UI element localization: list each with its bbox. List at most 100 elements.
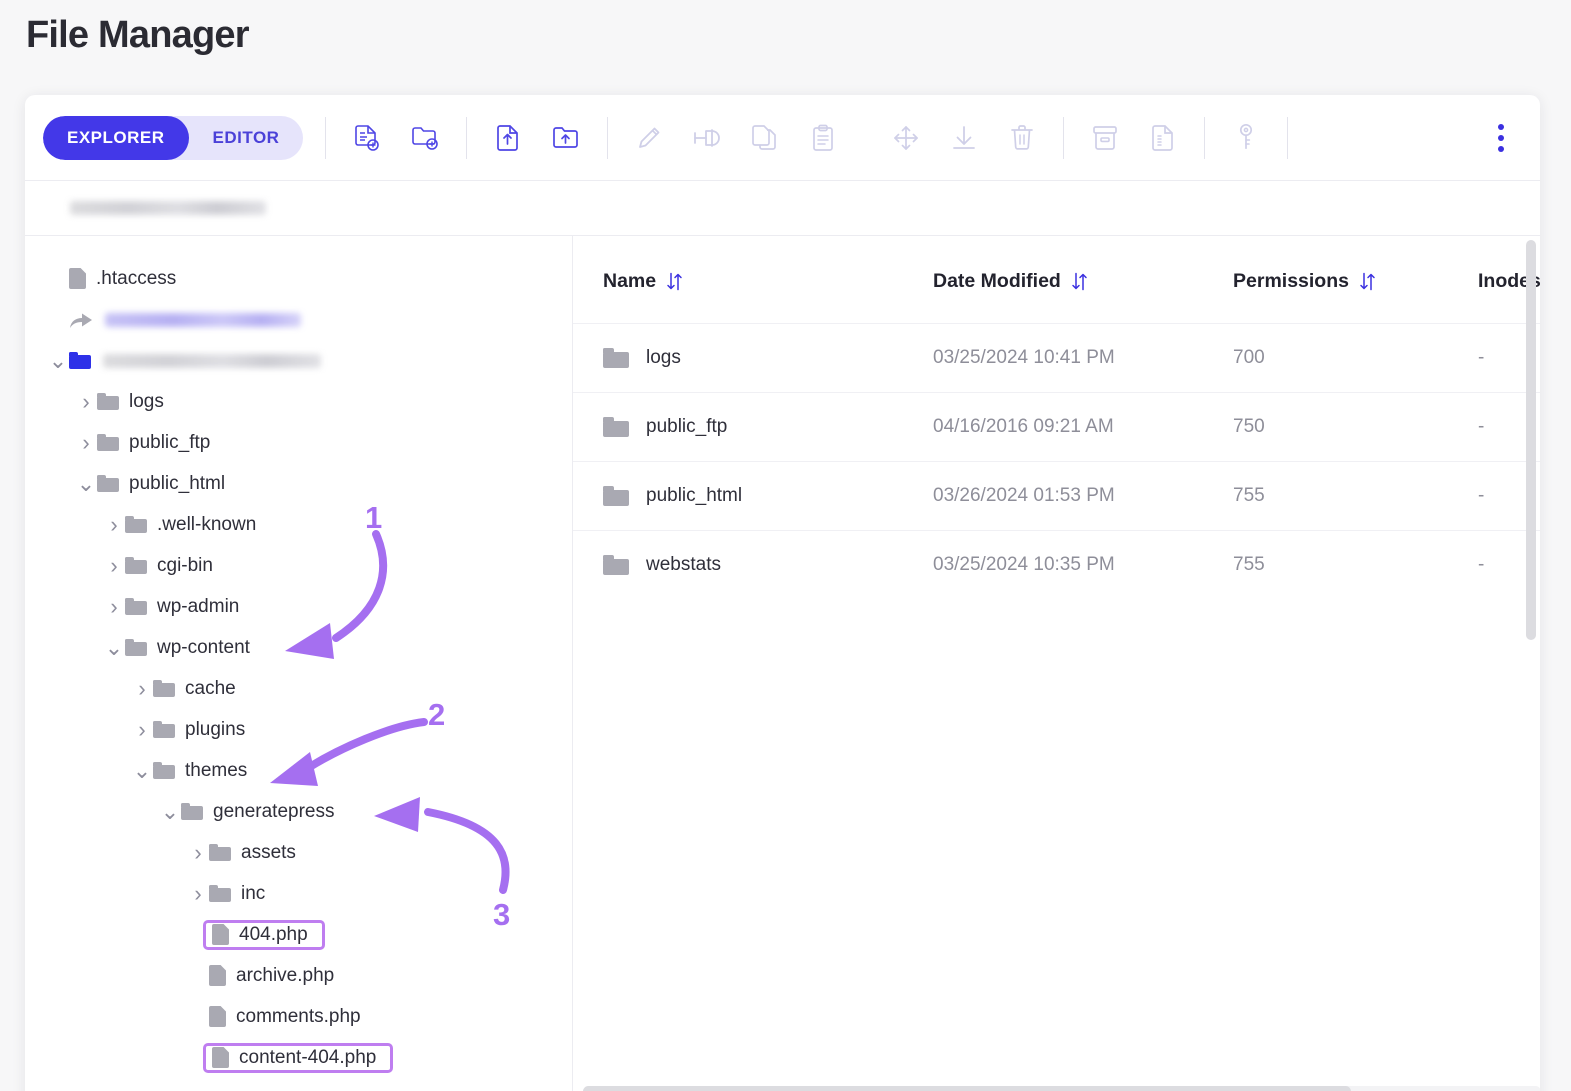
- cell-date-modified: 03/26/2024 01:53 PM: [933, 461, 1233, 531]
- move-button[interactable]: [877, 108, 935, 168]
- tree-item-404-php[interactable]: 404.php: [25, 914, 572, 955]
- chevron-right-icon[interactable]: ›: [103, 553, 125, 579]
- toolbar-permissions-group: [1217, 108, 1275, 168]
- tree-item-redacted[interactable]: ⌄: [25, 340, 572, 381]
- tree-item-content: [69, 352, 321, 369]
- chevron-right-icon[interactable]: ›: [187, 881, 209, 907]
- tree-item-content: assets: [209, 842, 296, 864]
- tree-item-label: .htaccess: [96, 267, 177, 289]
- tree-item-label: plugins: [185, 718, 246, 740]
- upload-folder-button[interactable]: [537, 108, 595, 168]
- more-options-button[interactable]: [1488, 114, 1514, 162]
- tree-item-inc[interactable]: › inc: [25, 873, 572, 914]
- tree-item-content: archive.php: [209, 965, 334, 987]
- sort-icon-permissions[interactable]: [1359, 272, 1376, 291]
- tree-item-redacted-label: [105, 312, 301, 327]
- tree-item-well-known[interactable]: › .well-known: [25, 504, 572, 545]
- table-row[interactable]: webstats 03/25/2024 10:35 PM 755-: [573, 530, 1540, 599]
- paste-button[interactable]: [794, 108, 852, 168]
- horizontal-scrollbar-track[interactable]: [583, 1086, 1540, 1091]
- breadcrumb[interactable]: [25, 181, 1540, 236]
- table-row[interactable]: public_html 03/26/2024 01:53 PM 755-: [573, 461, 1540, 531]
- tree-item-label: wp-admin: [157, 595, 240, 617]
- chevron-right-icon[interactable]: ›: [131, 717, 153, 743]
- more-vertical-icon-dot-1: [1498, 123, 1504, 130]
- delete-button[interactable]: [993, 108, 1051, 168]
- file-plus-icon: [355, 124, 380, 151]
- chevron-right-icon[interactable]: ›: [75, 389, 97, 415]
- cell-name: public_html: [573, 461, 933, 531]
- tree-item-plugins[interactable]: › plugins: [25, 709, 572, 750]
- chevron-right-icon[interactable]: ›: [103, 594, 125, 620]
- folder-plus-icon: [412, 126, 439, 150]
- new-folder-button[interactable]: [396, 108, 454, 168]
- sort-icon-date[interactable]: [1071, 272, 1088, 291]
- permissions-button[interactable]: [1217, 108, 1275, 168]
- folder-icon: [209, 844, 231, 861]
- file-icon: [212, 1047, 229, 1068]
- tree-item-content: [69, 310, 301, 330]
- column-header-name[interactable]: Name: [573, 236, 933, 324]
- copy-button[interactable]: [736, 108, 794, 168]
- cell-permissions: 755: [1233, 461, 1478, 531]
- archive-button[interactable]: [1076, 108, 1134, 168]
- tree-item-highlight-box: 404.php: [203, 919, 325, 950]
- vertical-scrollbar[interactable]: [1526, 240, 1536, 640]
- sort-icon-name[interactable]: [666, 272, 683, 291]
- cell-permissions: 755: [1233, 530, 1478, 599]
- tree-item-archive-php[interactable]: archive.php: [25, 955, 572, 996]
- tree-item-generatepress[interactable]: ⌄ generatepress: [25, 791, 572, 832]
- tree-item-cgi-bin[interactable]: › cgi-bin: [25, 545, 572, 586]
- chevron-down-icon[interactable]: ⌄: [103, 636, 125, 658]
- table-row[interactable]: logs 03/25/2024 10:41 PM 700-: [573, 323, 1540, 393]
- tree-item-themes[interactable]: ⌄ themes: [25, 750, 572, 791]
- cut-button[interactable]: [678, 108, 736, 168]
- tree-item-logs[interactable]: › logs: [25, 381, 572, 422]
- tree-item-comments-php[interactable]: comments.php: [25, 996, 572, 1037]
- file-tree-panel: .htaccess ⌄ › logs › public_ftp ⌄ public_html ›.…: [25, 236, 573, 1091]
- column-header-permissions[interactable]: Permissions: [1233, 236, 1478, 324]
- folder-icon: [603, 417, 629, 437]
- copy-icon: [752, 124, 777, 150]
- annotation-number-3: 3: [493, 897, 511, 932]
- tree-item-htaccess[interactable]: .htaccess: [25, 258, 572, 299]
- folder-icon: [153, 680, 175, 697]
- tree-item-assets[interactable]: › assets: [25, 832, 572, 873]
- chevron-down-icon[interactable]: ⌄: [75, 472, 97, 494]
- tree-item-redacted[interactable]: [25, 299, 572, 340]
- file-upload-icon: [497, 124, 519, 151]
- cell-name-label: public_ftp: [646, 416, 728, 437]
- tree-item-wp-content[interactable]: ⌄ wp-content: [25, 627, 572, 668]
- chevron-down-icon[interactable]: ⌄: [131, 759, 153, 781]
- chevron-right-icon[interactable]: ›: [103, 512, 125, 538]
- clipboard-icon: [813, 124, 834, 151]
- file-table-body: logs 03/25/2024 10:41 PM 700- public_ftp 04/…: [573, 323, 1540, 599]
- new-file-button[interactable]: [338, 108, 396, 168]
- folder-icon: [603, 486, 629, 506]
- chevron-right-icon[interactable]: ›: [187, 840, 209, 866]
- tree-item-wp-admin[interactable]: › wp-admin: [25, 586, 572, 627]
- tree-item-public-html[interactable]: ⌄ public_html: [25, 463, 572, 504]
- tab-explorer[interactable]: EXPLORER: [43, 115, 189, 160]
- file-icon: [212, 924, 229, 945]
- rename-button[interactable]: [620, 108, 678, 168]
- tree-item-content: comments.php: [209, 1006, 361, 1028]
- chevron-down-icon[interactable]: ⌄: [47, 349, 69, 371]
- chevron-right-icon[interactable]: ›: [75, 430, 97, 456]
- download-button[interactable]: [935, 108, 993, 168]
- tree-item-public-ftp[interactable]: › public_ftp: [25, 422, 572, 463]
- toolbar-upload-group: [479, 108, 595, 168]
- table-row[interactable]: public_ftp 04/16/2016 09:21 AM 750-: [573, 392, 1540, 462]
- tree-item-content-404-php[interactable]: content-404.php: [25, 1037, 572, 1078]
- archive-box-icon: [1093, 125, 1118, 150]
- chevron-right-icon[interactable]: ›: [131, 676, 153, 702]
- tree-item-cache[interactable]: › cache: [25, 668, 572, 709]
- tab-editor[interactable]: EDITOR: [189, 116, 304, 160]
- column-header-date-modified[interactable]: Date Modified: [933, 236, 1233, 324]
- extract-button[interactable]: [1134, 108, 1192, 168]
- file-list-panel: Name Date Modified Permissions Inodes lo…: [573, 236, 1540, 1091]
- tree-item-content: generatepress: [181, 801, 334, 823]
- upload-file-button[interactable]: [479, 108, 537, 168]
- horizontal-scrollbar-thumb[interactable]: [583, 1086, 1351, 1091]
- chevron-down-icon[interactable]: ⌄: [159, 800, 181, 822]
